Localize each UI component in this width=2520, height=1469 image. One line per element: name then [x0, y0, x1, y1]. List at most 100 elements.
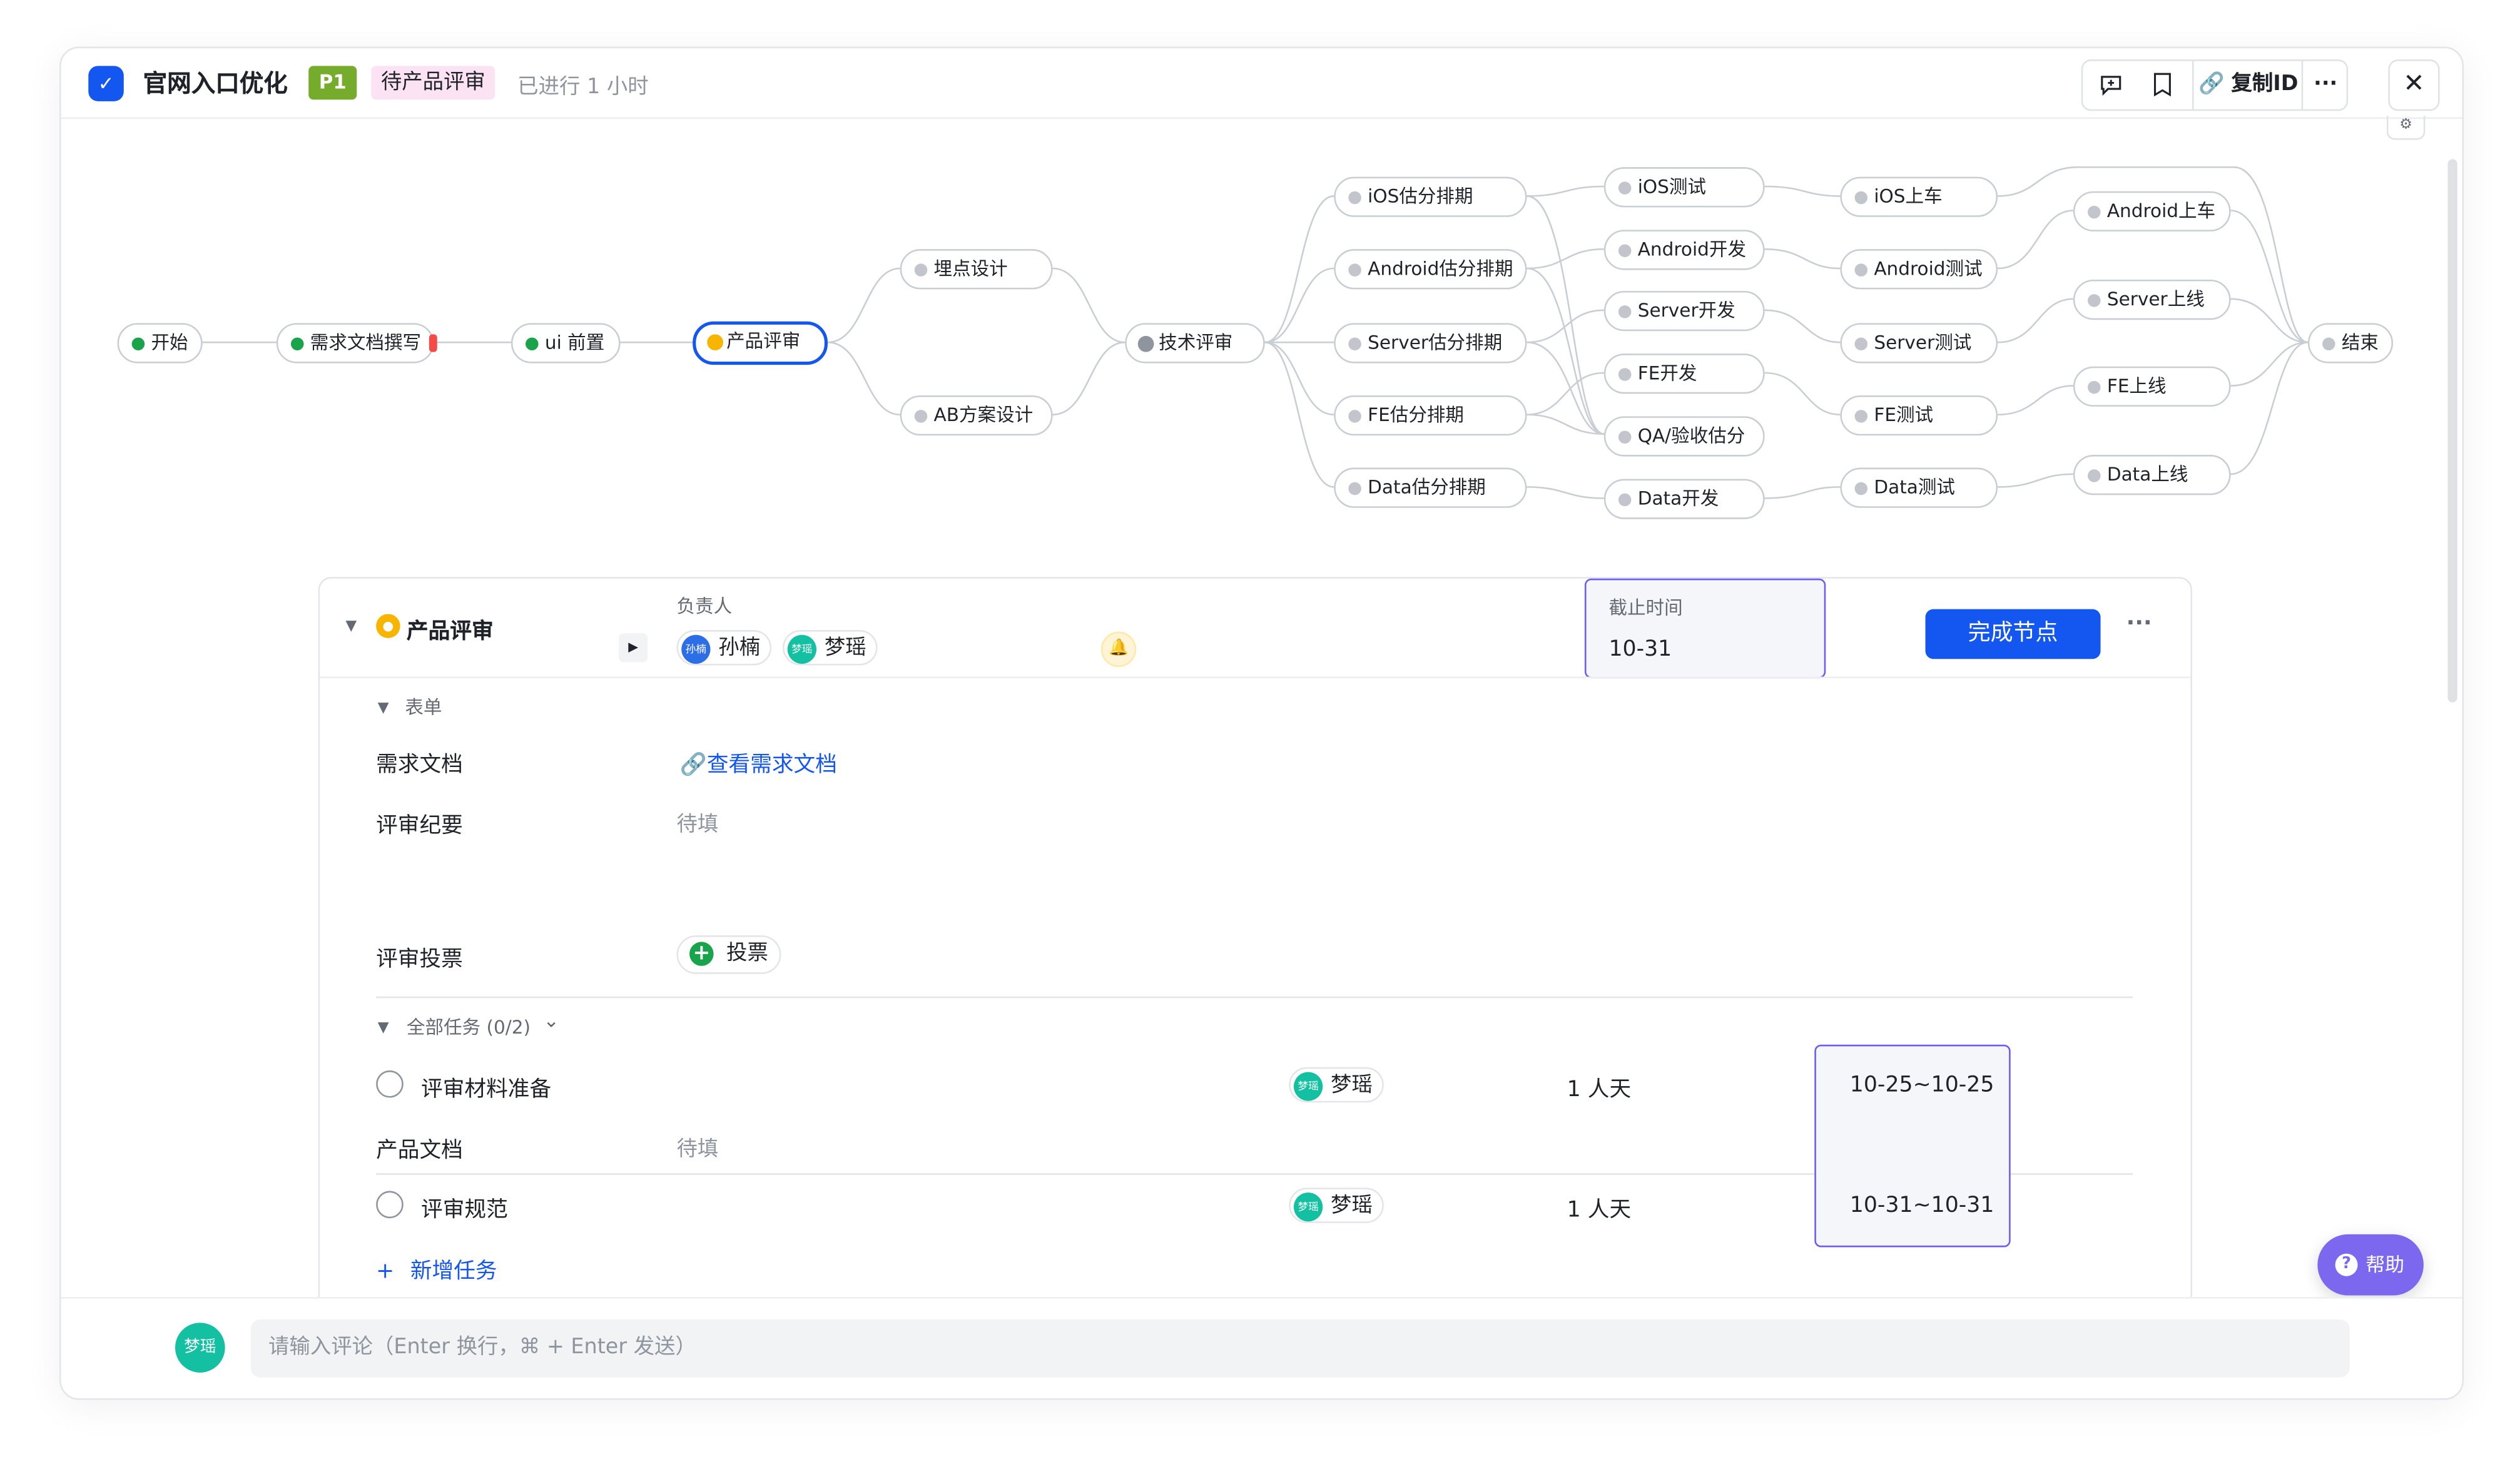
flow-node-label: Android上车	[2106, 199, 2216, 222]
task-effort[interactable]: 1 人天	[1567, 1191, 1631, 1223]
flow-node-label: 埋点设计	[933, 257, 1008, 280]
flow-node-fe-est[interactable]: FE估分排期	[1334, 395, 1527, 436]
form-caret-icon[interactable]: ▼	[378, 701, 389, 717]
view-prd-link[interactable]: 🔗查看需求文档	[680, 746, 837, 778]
flow-node-tracking[interactable]: 埋点设计	[900, 249, 1053, 290]
flow-node-data-test[interactable]: Data测试	[1840, 467, 1998, 508]
avatar: 梦瑶	[175, 1323, 225, 1373]
status-dot-icon	[526, 337, 539, 351]
flow-node-label: Data估分排期	[1368, 475, 1486, 499]
status-dot-icon	[131, 337, 145, 351]
flow-node-label: FE上线	[2106, 374, 2167, 397]
flow-node-server-est[interactable]: Server估分排期	[1334, 323, 1527, 363]
flow-node-fe-release[interactable]: FE上线	[2073, 366, 2231, 407]
task-dates[interactable]: 10-31~10-31	[1850, 1192, 1994, 1218]
task-name[interactable]: 评审材料准备	[421, 1070, 551, 1102]
tasks-caret-icon[interactable]: ▼	[378, 1020, 389, 1037]
deadline-field[interactable]: 截止时间 10-31	[1584, 578, 1826, 679]
flow-node-label: 开始	[151, 331, 188, 354]
plus-icon: +	[376, 1258, 395, 1284]
minutes-field-value[interactable]: 待填	[677, 807, 719, 838]
flow-node-label: Android测试	[1874, 257, 1983, 280]
owner-chip[interactable]: 梦瑶 梦瑶	[783, 630, 878, 666]
status-dot-icon	[1618, 244, 1632, 258]
vote-field-label: 评审投票	[376, 947, 463, 973]
status-dot-icon	[2088, 205, 2101, 219]
task-name[interactable]: 评审规范	[421, 1191, 508, 1223]
flow-node-server-test[interactable]: Server测试	[1840, 323, 1998, 363]
flow-node-android-est[interactable]: Android估分排期	[1334, 249, 1527, 290]
expand-owners-icon[interactable]: ▶	[619, 633, 648, 663]
task-dates[interactable]: 10-25~10-25	[1850, 1072, 1994, 1097]
comment-input[interactable]: 请输入评论（Enter 换行，⌘ + Enter 发送）	[250, 1319, 2350, 1378]
flow-node-start[interactable]: 开始	[117, 323, 203, 363]
flow-node-fe-test[interactable]: FE测试	[1840, 395, 1998, 436]
vote-button[interactable]: + 投票	[676, 935, 781, 974]
flow-node-label: Data上线	[2106, 462, 2188, 485]
link-icon: 🔗	[679, 752, 707, 778]
status-dot-icon	[707, 334, 724, 351]
status-dot-icon	[914, 410, 928, 423]
chevron-down-icon[interactable]: ⌄	[543, 1009, 559, 1032]
status-dot-icon	[2088, 294, 2101, 307]
flow-node-ios-release[interactable]: iOS上车	[1840, 176, 1998, 217]
flow-node-end[interactable]: 结束	[2307, 323, 2394, 363]
flow-node-server-release[interactable]: Server上线	[2073, 279, 2231, 320]
flow-node-label: Server开发	[1637, 298, 1735, 322]
add-task-button[interactable]: + 新增任务	[376, 1252, 497, 1284]
flow-node-ios-test[interactable]: iOS测试	[1603, 167, 1765, 208]
prd-field-label: 需求文档	[376, 752, 463, 778]
flow-node-qa-est[interactable]: QA/验收估分	[1603, 416, 1765, 457]
form-section-title[interactable]: 表单	[405, 694, 442, 720]
task-checkbox[interactable]	[376, 1070, 404, 1098]
flow-node-label: Data开发	[1637, 487, 1719, 510]
task-dates-column: 10-25~10-25 10-31~10-31	[1814, 1044, 2011, 1248]
task-assignee-chip[interactable]: 梦瑶 梦瑶	[1289, 1187, 1384, 1223]
task-assignee-chip[interactable]: 梦瑶 梦瑶	[1289, 1067, 1384, 1103]
flow-node-label: 结束	[2341, 331, 2379, 354]
flow-node-data-release[interactable]: Data上线	[2073, 454, 2231, 496]
avatar: 梦瑶	[787, 634, 817, 664]
avatar: 梦瑶	[1293, 1192, 1323, 1222]
flow-node-android-test[interactable]: Android测试	[1840, 249, 1998, 290]
flow-node-data-est[interactable]: Data估分排期	[1334, 467, 1527, 508]
flow-node-data-dev[interactable]: Data开发	[1603, 479, 1765, 519]
complete-node-button[interactable]: 完成节点	[1925, 609, 2101, 659]
status-dot-icon	[290, 337, 304, 351]
product-doc-value[interactable]: 待填	[677, 1132, 719, 1162]
flow-node-server-dev[interactable]: Server开发	[1603, 290, 1765, 332]
flow-node-review[interactable]: 产品评审	[693, 321, 828, 365]
flow-node-ab[interactable]: AB方案设计	[900, 395, 1053, 436]
flow-node-prd[interactable]: 需求文档撰写	[276, 323, 437, 363]
help-button[interactable]: ? 帮助	[2317, 1234, 2424, 1296]
flow-node-label: AB方案设计	[933, 403, 1034, 426]
bell-icon[interactable]: 🔔	[1100, 631, 1137, 668]
flow-node-label: iOS测试	[1637, 175, 1707, 198]
flow-node-android-release[interactable]: Android上车	[2073, 191, 2231, 231]
flow-node-label: 需求文档撰写	[310, 331, 422, 354]
tasks-section-title[interactable]: 全部任务 (0/2)	[407, 1014, 531, 1040]
flow-node-label: FE测试	[1874, 403, 1934, 426]
task-card: ✓ 官网入口优化 P1 待产品评审 已进行 1 小时 🔗 复制ID ··· ✕ …	[59, 46, 2464, 1400]
flow-node-fe-dev[interactable]: FE开发	[1603, 353, 1765, 394]
collapse-caret-icon[interactable]: ▼	[345, 619, 357, 635]
panel-more-button[interactable]: ···	[2126, 611, 2152, 636]
flow-node-label: Server测试	[1874, 331, 1972, 354]
avatar: 孙楠	[681, 634, 711, 664]
flow-node-android-dev[interactable]: Android开发	[1603, 230, 1765, 270]
flow-node-ios-est[interactable]: iOS估分排期	[1334, 176, 1527, 217]
status-dot-icon	[1618, 368, 1632, 381]
flow-node-tech-review[interactable]: 技术评审	[1125, 323, 1265, 363]
flow-node-ui[interactable]: ui 前置	[511, 323, 621, 363]
flow-node-label: iOS估分排期	[1368, 185, 1473, 208]
owner-chip[interactable]: 孙楠 孙楠	[676, 630, 772, 666]
status-dot-icon	[1618, 430, 1632, 444]
status-dot-icon	[1348, 410, 1361, 423]
help-label: 帮助	[2365, 1253, 2405, 1276]
task-assignee: 梦瑶	[1331, 1194, 1373, 1219]
scrollbar[interactable]	[2447, 159, 2457, 703]
flow-node-label: 产品评审	[726, 329, 801, 352]
task-effort[interactable]: 1 人天	[1567, 1070, 1631, 1102]
owner-name: 孙楠	[718, 636, 761, 661]
task-checkbox[interactable]	[376, 1191, 404, 1219]
